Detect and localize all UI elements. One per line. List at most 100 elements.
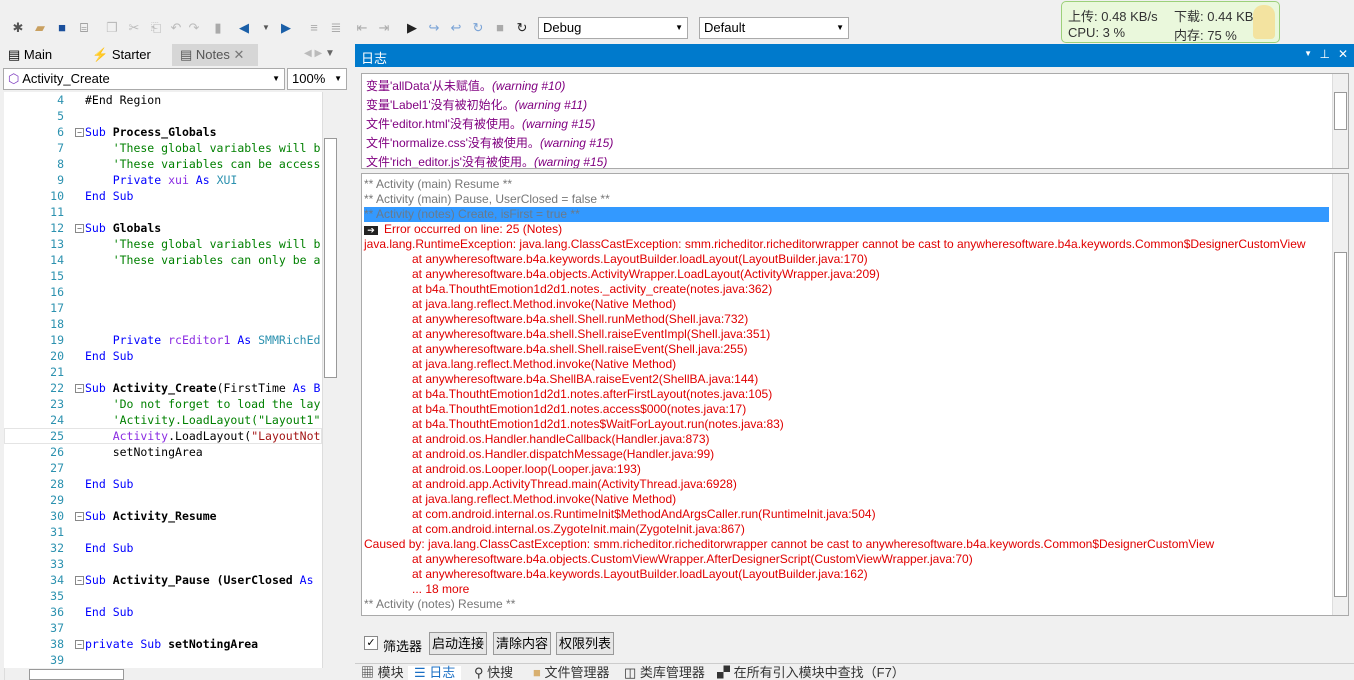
tab-starter[interactable]: ⚡ Starter (84, 44, 170, 66)
outdent-icon[interactable]: ⇤ (354, 20, 370, 36)
log-entry[interactable]: at java.lang.reflect.Method.invoke(Nativ… (364, 492, 1329, 507)
log-entry[interactable]: at anywheresoftware.b4a.shell.Shell.rais… (364, 342, 1329, 357)
fold-toggle-icon[interactable]: − (75, 576, 84, 585)
tab-log[interactable]: ☰ 日志 (408, 666, 462, 680)
target-combo[interactable]: Default ▼ (699, 17, 849, 39)
run-icon[interactable]: ▶ (404, 20, 420, 36)
pin-icon[interactable]: ⊥ (1320, 47, 1330, 61)
scrollbar-thumb[interactable] (1334, 252, 1347, 597)
sub-selector-combo[interactable]: ⬡ Activity_Create ▼ (3, 68, 285, 90)
close-icon[interactable]: ✕ (1338, 47, 1348, 61)
warning-item[interactable]: 文件'editor.html'没有被使用。(warning #15) (366, 115, 595, 134)
code-line[interactable]: 25 Activity.LoadLayout("LayoutNot (4, 428, 322, 444)
log-entry[interactable]: ... 18 more (364, 582, 1329, 597)
zoom-combo[interactable]: 100% ▼ (287, 68, 347, 90)
code-line[interactable]: 23 'Do not forget to load the lay (4, 396, 322, 412)
tab-modules[interactable]: ▦ 模块 (361, 666, 404, 680)
undo-icon[interactable]: ↶ (168, 20, 184, 36)
code-line[interactable]: 27 (4, 460, 322, 476)
scrollbar-thumb[interactable] (1334, 92, 1347, 130)
back-icon[interactable]: ◀ (236, 20, 252, 36)
code-line[interactable]: 4 #End Region (4, 92, 322, 108)
close-icon[interactable]: ✕ (234, 47, 245, 62)
code-line[interactable]: 31 (4, 524, 322, 540)
code-line[interactable]: 20 End Sub (4, 348, 322, 364)
restart-icon[interactable]: ↻ (514, 20, 530, 36)
forward-icon[interactable]: ▶ (278, 20, 294, 36)
warning-item[interactable]: 文件'normalize.css'没有被使用。(warning #15) (366, 134, 613, 153)
code-line[interactable]: 15 (4, 268, 322, 284)
tab-file-manager[interactable]: ■ 文件管理器 (533, 666, 610, 680)
new-file-icon[interactable]: ✱ (10, 20, 26, 36)
step-over-icon[interactable]: ↪ (426, 20, 442, 36)
code-line[interactable]: 6 − Sub Process_Globals (4, 124, 322, 140)
log-output[interactable]: ** Activity (main) Resume ** ** Activity … (361, 173, 1349, 616)
redo-icon[interactable]: ↷ (186, 20, 202, 36)
code-line[interactable]: 17 (4, 300, 322, 316)
editor-vertical-scrollbar[interactable] (322, 92, 338, 668)
panel-menu-icon[interactable]: ▼ (1304, 49, 1312, 58)
log-entry[interactable]: at com.android.internal.os.RuntimeInit$M… (364, 507, 1329, 522)
bookmark-icon[interactable]: ▮ (210, 20, 226, 36)
log-entry[interactable]: at android.os.Handler.dispatchMessage(Ha… (364, 447, 1329, 462)
log-entry[interactable]: at b4a.ThouthtEmotion1d2d1.notes$WaitFor… (364, 417, 1329, 432)
code-line[interactable]: 29 (4, 492, 322, 508)
connect-button[interactable]: 启动连接 (429, 632, 488, 655)
log-entry[interactable]: at anywheresoftware.b4a.keywords.LayoutB… (364, 252, 1329, 267)
code-line[interactable]: 7 'These global variables will b (4, 140, 322, 156)
scrollbar-thumb[interactable] (324, 138, 337, 378)
code-line[interactable]: 28 End Sub (4, 476, 322, 492)
save-icon[interactable]: ■ (54, 20, 70, 36)
code-line[interactable]: 14 'These variables can only be a (4, 252, 322, 268)
fold-toggle-icon[interactable]: − (75, 640, 84, 649)
warnings-scrollbar[interactable] (1332, 74, 1348, 168)
tab-main[interactable]: ▤ Main (0, 44, 80, 66)
code-line[interactable]: 32 End Sub (4, 540, 322, 556)
scrollbar-thumb[interactable] (29, 669, 124, 680)
permissions-button[interactable]: 权限列表 (556, 632, 615, 655)
log-entry[interactable]: at android.os.Handler.handleCallback(Han… (364, 432, 1329, 447)
tab-scroll-arrows-icon[interactable]: ◀ ▶ ▼ (304, 48, 335, 59)
log-entry[interactable]: ** Activity (main) Pause, UserClosed = f… (364, 192, 1329, 207)
code-editor[interactable]: 4 #End Region 5 6− Sub Process_Globals 7 'The… (4, 92, 322, 668)
save-all-icon[interactable]: ⌸ (76, 20, 92, 36)
step-into-icon[interactable]: ↩ (448, 20, 464, 36)
tab-notes[interactable]: ▤ Notes ✕ (172, 44, 258, 66)
cut-icon[interactable]: ✂ (126, 20, 142, 36)
warnings-list[interactable]: 变量'allData'从未赋值。(warning #10) 变量'Label1'没… (361, 73, 1349, 169)
editor-horizontal-scrollbar[interactable] (4, 668, 322, 680)
code-line[interactable]: 30 − Sub Activity_Resume (4, 508, 322, 524)
code-line[interactable]: 33 (4, 556, 322, 572)
code-line[interactable]: 16 (4, 284, 322, 300)
code-line[interactable]: 13 'These global variables will b (4, 236, 322, 252)
code-line[interactable]: 11 (4, 204, 322, 220)
warning-item[interactable]: 变量'Label1'没有被初始化。(warning #11) (366, 96, 587, 115)
filter-checkbox[interactable]: ✓ (364, 636, 378, 650)
log-entry[interactable]: at b4a.ThouthtEmotion1d2d1.notes._activi… (364, 282, 1329, 297)
warning-item[interactable]: 变量'allData'从未赋值。(warning #10) (366, 77, 565, 96)
code-line[interactable]: 35 (4, 588, 322, 604)
fold-toggle-icon[interactable]: − (75, 128, 84, 137)
log-entry[interactable]: at java.lang.reflect.Method.invoke(Nativ… (364, 297, 1329, 312)
code-line[interactable]: 24 'Activity.LoadLayout("Layout1" (4, 412, 322, 428)
code-line[interactable]: 5 (4, 108, 322, 124)
fold-toggle-icon[interactable]: − (75, 384, 84, 393)
code-line[interactable]: 38 − private Sub setNotingArea (4, 636, 322, 652)
log-entry[interactable]: at anywheresoftware.b4a.shell.Shell.rais… (364, 327, 1329, 342)
log-entry[interactable]: at anywheresoftware.b4a.ShellBA.raiseEve… (364, 372, 1329, 387)
code-line[interactable]: 22 − Sub Activity_Create(FirstTime As B (4, 380, 322, 396)
build-config-combo[interactable]: Debug ▼ (538, 17, 688, 39)
fold-toggle-icon[interactable]: − (75, 512, 84, 521)
code-line[interactable]: 10 End Sub (4, 188, 322, 204)
log-entry[interactable]: ** Activity (main) Resume ** (364, 177, 1329, 192)
log-entry[interactable]: at anywheresoftware.b4a.keywords.LayoutB… (364, 567, 1329, 582)
log-entry[interactable]: ** Activity (notes) Create, isFirst = tr… (364, 207, 1329, 222)
log-entry[interactable]: at java.lang.reflect.Method.invoke(Nativ… (364, 357, 1329, 372)
log-entry[interactable]: ➔ Error occurred on line: 25 (Notes) (364, 222, 1329, 237)
code-line[interactable]: 8 'These variables can be access (4, 156, 322, 172)
log-entry[interactable]: at android.app.ActivityThread.main(Activ… (364, 477, 1329, 492)
code-line[interactable]: 39 (4, 652, 322, 668)
log-scrollbar[interactable] (1332, 174, 1348, 615)
log-entry[interactable]: Caused by: java.lang.ClassCastException:… (364, 537, 1329, 552)
log-entry[interactable]: at anywheresoftware.b4a.objects.Activity… (364, 267, 1329, 282)
